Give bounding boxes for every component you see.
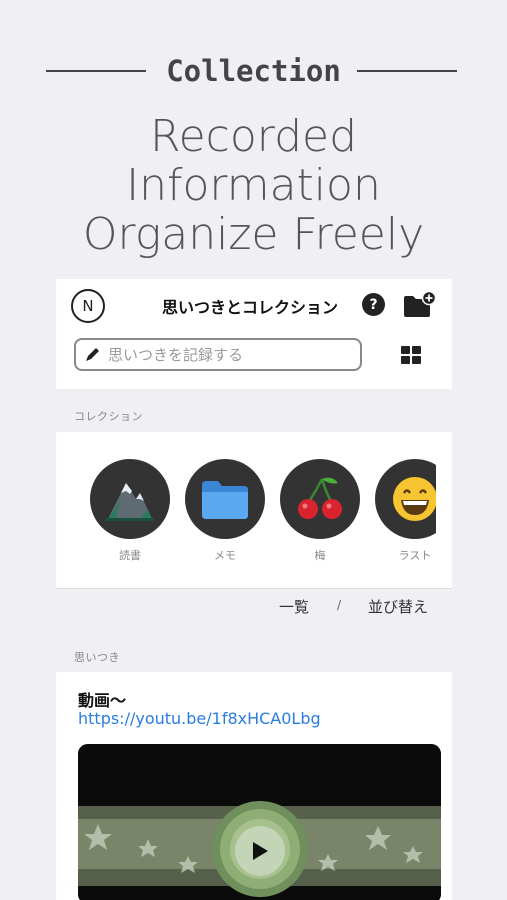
avatar[interactable]: N (71, 289, 105, 323)
play-icon[interactable] (235, 826, 285, 876)
video-thumbnail-image (78, 744, 441, 900)
app-title: 思いつきとコレクション (162, 298, 339, 317)
heading-rule-right (357, 70, 457, 72)
idea-title: 動画〜 (78, 691, 127, 710)
collection-item-label: 梅 (314, 549, 326, 562)
headline-line-3: Organize Freely (82, 209, 425, 260)
ideas-section-label: 思いつき (74, 651, 120, 664)
collections-section-label: コレクション (74, 410, 143, 423)
sort-bar: 一覧 / 並び替え (0, 596, 507, 620)
collection-item-label: ラスト (398, 549, 432, 562)
collection-item-reading[interactable]: 読書 (90, 459, 170, 563)
list-view-link[interactable]: 一覧 (279, 596, 309, 617)
app-header: N 思いつきとコレクション ? (56, 279, 452, 389)
cherry-icon (298, 477, 342, 519)
grid-view-icon[interactable] (401, 346, 421, 364)
collection-item-last[interactable]: ラスト (375, 459, 436, 563)
pencil-icon (86, 348, 99, 361)
video-thumbnail[interactable] (78, 744, 441, 900)
sort-bar-separator: / (337, 598, 342, 612)
collections-panel: 読書 メモ 梅 ラスト (56, 432, 452, 588)
collection-heading-label: Collection (166, 54, 341, 88)
collection-heading: Collection (0, 52, 507, 92)
headline-line-1: Recorded (149, 111, 358, 162)
idea-input-box[interactable] (74, 338, 362, 371)
collection-item-label: メモ (214, 549, 236, 562)
idea-input[interactable] (108, 344, 348, 366)
grinning-face-icon (393, 477, 436, 521)
mountain-icon (106, 483, 154, 521)
promo-headline: Recorded Information Organize Freely (0, 112, 507, 259)
folder-icon (202, 481, 248, 519)
headline-line-2: Information (126, 160, 381, 211)
panel-divider (56, 588, 452, 589)
idea-card[interactable]: 動画〜 https://youtu.be/1f8xHCA0Lbg (56, 672, 452, 900)
idea-link[interactable]: https://youtu.be/1f8xHCA0Lbg (78, 709, 321, 728)
question-circle-icon[interactable]: ? (362, 293, 385, 316)
folder-add-icon[interactable] (402, 291, 436, 319)
heading-rule-left (46, 70, 146, 72)
collection-item-ume[interactable]: 梅 (280, 459, 360, 563)
sort-link[interactable]: 並び替え (368, 596, 428, 617)
collection-item-memo[interactable]: メモ (185, 459, 265, 563)
collection-item-label: 読書 (119, 549, 141, 562)
